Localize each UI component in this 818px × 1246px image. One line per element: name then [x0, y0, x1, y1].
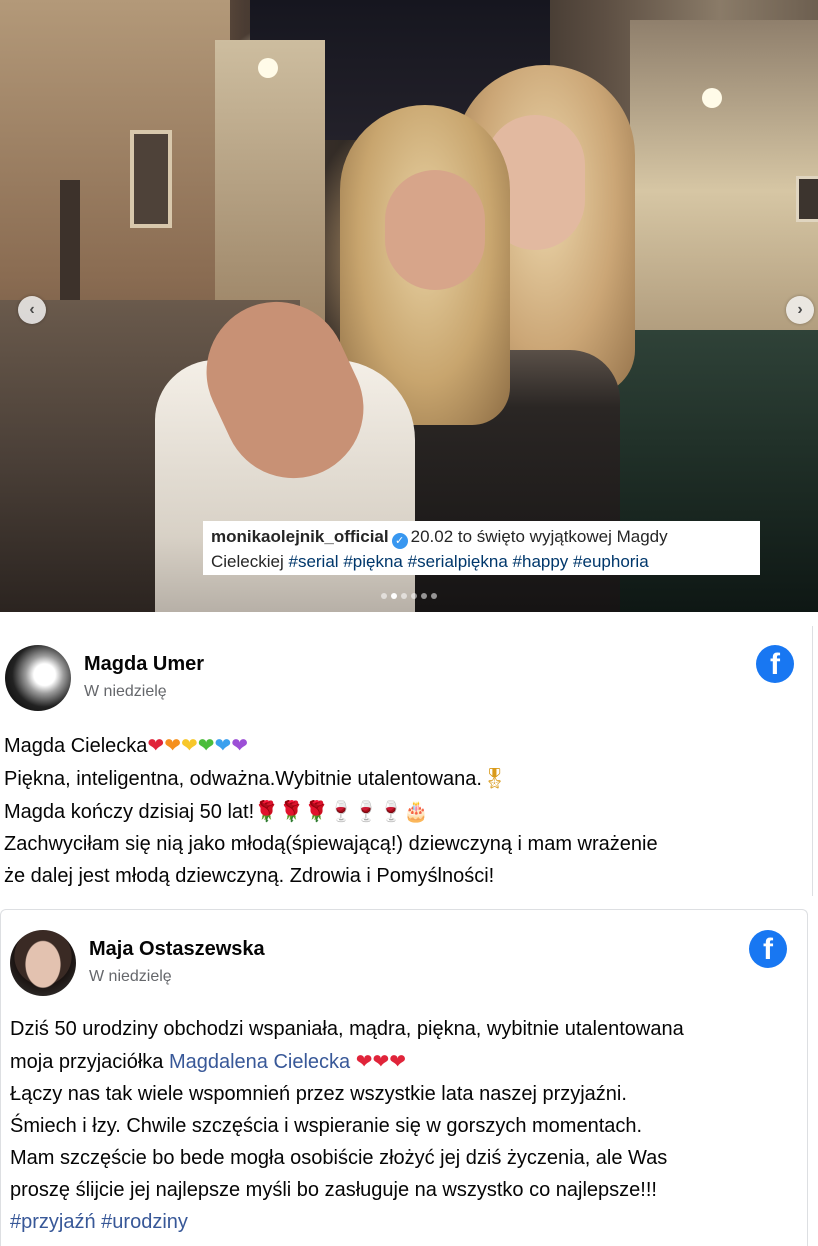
chevron-right-icon: › [797, 301, 803, 318]
post-text: Magda kończy dzisiaj 50 lat! [4, 801, 255, 823]
post-line: Piękna, inteligentna, odważna.Wybitnie u… [4, 762, 804, 795]
hashtag-link[interactable]: #urodziny [101, 1211, 188, 1233]
military-medal-icon: 🎖 [481, 766, 508, 790]
red-heart-icon: ❤ [355, 1049, 373, 1073]
post-timestamp[interactable]: W niedzielę [89, 968, 172, 986]
instagram-username[interactable]: monikaolejnik_official [211, 527, 389, 546]
chevron-left-icon: ‹ [29, 301, 35, 318]
street-lamp [702, 88, 722, 108]
carousel-dot[interactable] [381, 593, 387, 599]
post-line: Śmiech i łzy. Chwile szczęścia i wspiera… [10, 1115, 643, 1137]
facebook-post-magda-umer: Magda Umer W niedzielę f Magda Cielecka❤… [0, 626, 813, 896]
post-author[interactable]: Maja Ostaszewska [89, 938, 265, 961]
birthday-cake-icon: 🎂 [403, 799, 429, 823]
post-line: Dziś 50 urodziny obchodzi wspaniała, mąd… [10, 1018, 684, 1040]
facebook-post-maja-ostaszewska: Maja Ostaszewska W niedzielę f Dziś 50 u… [0, 909, 808, 1246]
instagram-photo: ‹ › monikaolejnik_official ✓ 20.02 to świę… [0, 0, 818, 612]
post-line: Mam szczęście bo bede mogła osobiście zł… [10, 1147, 668, 1169]
mention-link[interactable]: Magdalena Cielecka [169, 1051, 350, 1073]
caption-text-2: Cieleckiej [211, 552, 284, 571]
rose-icon: 🌹 [279, 799, 304, 823]
post-line: moja przyjaciółka Magdalena Cielecka ❤❤❤ [10, 1045, 800, 1078]
post-text: Piękna, inteligentna, odważna.Wybitnie u… [4, 768, 482, 790]
hashtag-link[interactable]: #happy [513, 552, 569, 571]
yellow-heart-icon: ❤ [180, 733, 198, 757]
carousel-dot-active[interactable] [391, 593, 397, 599]
orange-heart-icon: ❤ [164, 733, 181, 757]
hashtag-link[interactable]: #serialpiękna [408, 552, 508, 571]
street-lamp [258, 58, 278, 78]
window [130, 130, 172, 228]
hashtag-link[interactable]: #serial [288, 552, 338, 571]
window [796, 176, 818, 222]
post-line: że dalej jest młodą dziewczyną. Zdrowia … [4, 865, 495, 887]
green-heart-icon: ❤ [197, 733, 215, 757]
post-line: #przyjaźń #urodziny [10, 1206, 800, 1238]
wine-glass-icon: 🍷 [353, 799, 379, 823]
verified-badge-icon: ✓ [391, 533, 408, 549]
wine-glass-icon: 🍷 [328, 799, 354, 823]
red-heart-icon: ❤ [372, 1049, 390, 1073]
post-line: Magda kończy dzisiaj 50 lat!🌹🌹🌹🍷🍷🍷🎂 [4, 795, 804, 828]
post-line: Łączy nas tak wiele wspomnień przez wszy… [10, 1083, 627, 1105]
carousel-next-button[interactable]: › [786, 296, 814, 324]
hashtag-link[interactable]: #euphoria [573, 552, 649, 571]
hashtag-link[interactable]: #przyjaźń [10, 1211, 96, 1233]
hashtag-link[interactable]: #piękna [343, 552, 403, 571]
rose-icon: 🌹 [254, 799, 280, 823]
post-body: Magda Cielecka❤❤❤❤❤❤ Piękna, inteligentn… [4, 729, 804, 892]
building-left-far [215, 40, 325, 330]
avatar[interactable] [10, 930, 76, 996]
carousel-dot[interactable] [421, 593, 427, 599]
avatar[interactable] [5, 645, 71, 711]
carousel-indicator [381, 593, 437, 599]
post-timestamp[interactable]: W niedzielę [84, 683, 167, 701]
red-heart-icon: ❤ [389, 1049, 407, 1073]
wine-glass-icon: 🍷 [378, 799, 404, 823]
person-left-face [385, 170, 485, 290]
carousel-prev-button[interactable]: ‹ [18, 296, 46, 324]
post-line: Magda Cielecka❤❤❤❤❤❤ [4, 729, 804, 762]
post-line: proszę ślijcie jej najlepsze myśli bo za… [10, 1179, 657, 1201]
carousel-dot[interactable] [431, 593, 437, 599]
red-heart-icon: ❤ [147, 733, 165, 757]
blue-heart-icon: ❤ [214, 733, 232, 757]
carousel-dot[interactable] [411, 593, 417, 599]
rose-icon: 🌹 [303, 799, 329, 823]
post-text: moja przyjaciółka [10, 1051, 169, 1073]
facebook-icon[interactable]: f [756, 645, 794, 683]
instagram-caption: monikaolejnik_official ✓ 20.02 to święto w… [203, 521, 760, 575]
post-author[interactable]: Magda Umer [84, 653, 204, 676]
purple-heart-icon: ❤ [231, 733, 249, 757]
carousel-dot[interactable] [401, 593, 407, 599]
post-text: Magda Cielecka [4, 735, 148, 757]
caption-text: 20.02 to święto wyjątkowej Magdy [410, 527, 668, 546]
facebook-icon[interactable]: f [749, 930, 787, 968]
post-line: Zachwyciłam się nią jako młodą(śpiewając… [4, 833, 658, 855]
post-body: Dziś 50 urodziny obchodzi wspaniała, mąd… [10, 1013, 800, 1238]
